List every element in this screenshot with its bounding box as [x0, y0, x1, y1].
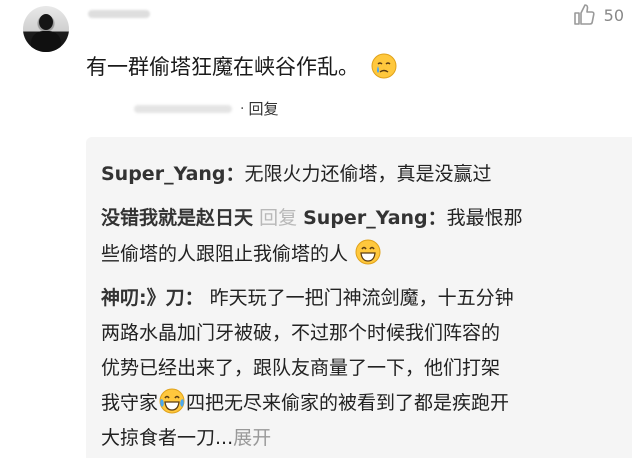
expand-link[interactable]: 展开: [233, 427, 271, 449]
reply-text: 大掠食者一刀...: [101, 427, 234, 449]
avatar-head-shape: [39, 14, 53, 30]
reply-2-cont: 些偷塔的人跟阻止我偷塔的人: [101, 239, 382, 266]
reply-target[interactable]: Super_Yang: [303, 207, 428, 229]
grinning-face-icon: [355, 239, 381, 265]
timestamp-blurred: [134, 104, 232, 113]
reply-separator: ：: [184, 287, 204, 309]
reply-author[interactable]: 没错我就是赵日天: [101, 207, 253, 229]
reply-3-line-3: 优势已经出来了，跟队友商量了一下，他们打架: [101, 353, 500, 380]
meta-separator: ·: [240, 100, 245, 117]
thumbs-up-icon: [573, 4, 595, 25]
reply-3-line-5: 大掠食者一刀...展开: [101, 423, 271, 450]
reply-text: 些偷塔的人跟阻止我偷塔的人: [101, 243, 349, 265]
reply-text: 我守家: [101, 392, 159, 414]
reply-text: 昨天玩了一把门神流剑魔，十五分钟: [209, 287, 514, 309]
reply-text: 四把无尽来偷家的被看到了都是疾跑开: [186, 392, 510, 414]
reply-word: 回复: [259, 207, 298, 229]
reply-3-line-2: 两路水晶加门牙被破，不过那个时候我们阵容的: [101, 318, 500, 345]
reply-2: 没错我就是赵日天 回复 Super_Yang：我最恨那: [101, 203, 523, 230]
reply-separator: ：: [225, 163, 245, 185]
comment-meta: · 回复: [134, 98, 278, 119]
reply-text: 两路水晶加门牙被破，不过那个时候我们阵容的: [101, 322, 501, 344]
reply-text: 我最恨那: [446, 207, 523, 229]
avatar[interactable]: [23, 6, 69, 52]
avatar-body-shape: [31, 31, 61, 52]
reply-text: 无限火力还偷塔，真是没赢过: [244, 163, 492, 185]
crying-face-icon: [371, 53, 397, 79]
username-blurred: [88, 10, 150, 18]
reply-3-line-4: 我守家 四把无尽来偷家的被看到了都是疾跑开: [101, 388, 509, 415]
comment-body: 有一群偷塔狂魔在峡谷作乱。: [86, 51, 397, 81]
reply-text: 优势已经出来了，跟队友商量了一下，他们打架: [101, 357, 501, 379]
reply-author[interactable]: Super_Yang: [101, 163, 226, 185]
like-count: 50: [603, 5, 624, 25]
replies-panel: Super_Yang：无限火力还偷塔，真是没赢过 没错我就是赵日天 回复 Sup…: [86, 137, 632, 458]
comment-text: 有一群偷塔狂魔在峡谷作乱。: [86, 55, 359, 79]
reply-3: 神叨:》刀： 昨天玩了一把门神流剑魔，十五分钟: [101, 283, 514, 310]
like-button[interactable]: 50: [572, 3, 624, 27]
reply-button[interactable]: 回复: [248, 98, 278, 119]
tears-of-joy-icon: [159, 388, 185, 414]
reply-separator: ：: [427, 207, 447, 229]
reply-author[interactable]: 神叨:》刀: [101, 287, 185, 309]
reply-1: Super_Yang：无限火力还偷塔，真是没赢过: [101, 159, 492, 186]
